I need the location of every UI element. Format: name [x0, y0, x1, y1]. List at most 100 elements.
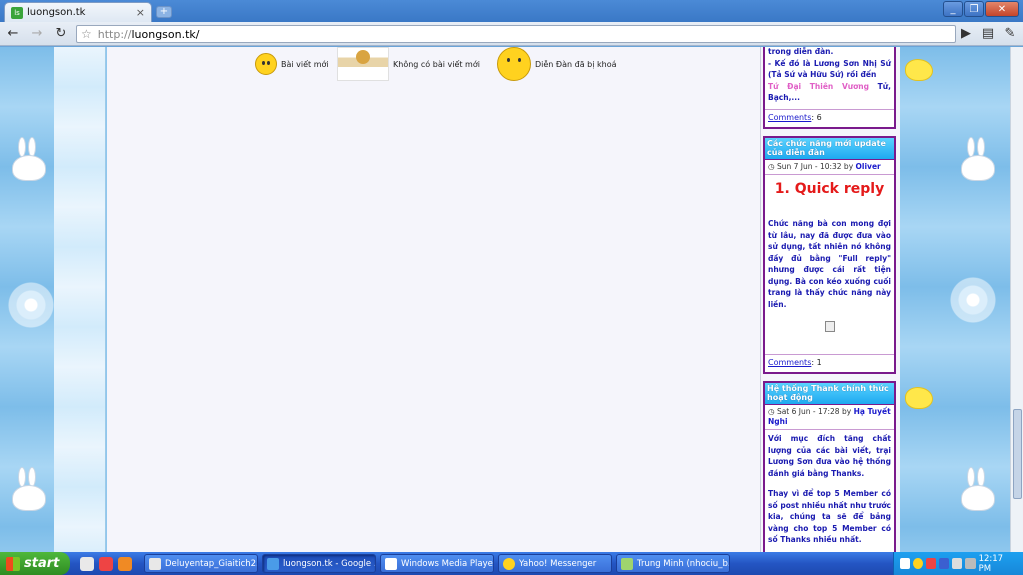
page-menu-icon[interactable]: ▤: [979, 24, 997, 42]
address-bar[interactable]: ☆ http://luongson.tk/: [76, 25, 956, 43]
taskbar-item-label: Yahoo! Messenger: [519, 558, 597, 569]
bunny-decoration: [955, 137, 999, 183]
decorative-left-stripe: [54, 47, 106, 552]
taskbar-item-label: Trung Minh (nhociu_b...: [637, 558, 730, 569]
news-body: Chức năng bà con mong đợi từ lâu, nay đã…: [768, 219, 891, 309]
locked-smiley-icon: [497, 47, 531, 81]
taskbar-item[interactable]: luongson.tk - Google ...: [262, 554, 376, 573]
news-title[interactable]: Các chức năng mới update của diễn đàn: [765, 138, 894, 160]
start-button[interactable]: start: [0, 552, 70, 575]
media-player-icon: [385, 557, 397, 570]
desktop-icon[interactable]: [80, 556, 94, 571]
main-content: Bài viết mới Không có bài viết mới Diễn …: [107, 47, 760, 552]
tray-icon[interactable]: [900, 558, 911, 569]
tray-icon[interactable]: [926, 558, 937, 569]
yahoo-tray-icon[interactable]: [913, 558, 924, 569]
site-favicon-icon: ls: [11, 6, 23, 19]
new-posts-smiley-icon: [255, 53, 277, 75]
chrome-icon[interactable]: [99, 556, 113, 571]
windows-taskbar: start Deluyentap_Giaitich2... luongson.t…: [0, 552, 1023, 575]
bookmark-star-icon[interactable]: ☆: [81, 27, 92, 41]
news-paragraph: Với mục đích tăng chất lượng của các bài…: [768, 434, 891, 478]
news-meta: ◷ Sun 7 Jun - 10:32 by Oliver: [765, 160, 894, 175]
news-date: Sun 7 Jun - 10:32 by: [776, 162, 854, 171]
news-title[interactable]: Hệ thống Thank chính thức hoạt động: [765, 383, 894, 405]
comments-link[interactable]: Comments: [768, 113, 811, 122]
legend-new-posts-label: Bài viết mới: [281, 59, 329, 69]
news-body-highlight: Tứ Đại Thiên Vương: [768, 81, 869, 91]
yahoo-messenger-icon: [503, 557, 515, 570]
clock-icon: ◷: [768, 162, 775, 171]
close-window-icon[interactable]: ✕: [985, 1, 1019, 17]
tab-close-icon[interactable]: ×: [136, 6, 145, 19]
taskbar-item-label: Windows Media Player: [401, 558, 494, 569]
news-paragraph: Thay vì để top 5 Member có số post nhiều…: [768, 489, 891, 544]
document-icon: [149, 557, 161, 570]
news-body: trong diễn đàn. - Kế đó là Lương Sơn Nhị…: [765, 47, 894, 107]
new-tab-button[interactable]: +: [156, 6, 172, 18]
chrome-icon: [267, 557, 279, 570]
reload-button[interactable]: ↻: [52, 25, 70, 43]
taskbar-item[interactable]: Yahoo! Messenger: [498, 554, 612, 573]
window-controls: _ ❐ ✕: [943, 1, 1019, 17]
forward-button[interactable]: →: [28, 25, 46, 43]
news-box: Hệ thống Thank chính thức hoạt động ◷ Sa…: [763, 381, 896, 552]
volume-icon[interactable]: [965, 558, 976, 569]
news-author[interactable]: Oliver: [856, 162, 881, 171]
network-icon[interactable]: [952, 558, 963, 569]
comments-link[interactable]: Comments: [768, 358, 811, 367]
chick-decoration: [905, 59, 933, 81]
wrench-menu-icon[interactable]: ✎: [1001, 24, 1019, 42]
browser-tab[interactable]: ls luongson.tk ×: [4, 2, 152, 22]
no-new-posts-figure-icon: [337, 47, 389, 81]
legend-no-new-posts-label: Không có bài viết mới: [393, 59, 480, 69]
news-date: Sat 6 Jun - 17:28 by: [776, 407, 852, 416]
news-meta: ◷ Sat 6 Jun - 17:28 by Hạ Tuyết Nghi: [765, 405, 894, 430]
go-arrow-icon[interactable]: ▶: [957, 24, 975, 42]
flower-decoration: [8, 282, 54, 328]
bunny-decoration: [955, 467, 999, 513]
taskbar-item[interactable]: Windows Media Player: [380, 554, 494, 573]
bunny-decoration: [6, 467, 50, 513]
flower-decoration: [950, 277, 996, 323]
news-box: Các chức năng mới update của diễn đàn ◷ …: [763, 136, 896, 374]
scrollbar-thumb[interactable]: [1013, 409, 1022, 499]
chat-window-icon: [621, 557, 633, 570]
tab-title: luongson.tk: [27, 7, 86, 18]
back-button[interactable]: ←: [4, 25, 22, 43]
news-body-line: trong diễn đàn.: [768, 47, 834, 56]
news-headline: 1. Quick reply: [774, 181, 885, 197]
quick-launch: [80, 556, 140, 571]
page-scrollbar[interactable]: [1010, 47, 1023, 552]
taskbar-item[interactable]: Deluyentap_Giaitich2...: [144, 554, 258, 573]
restore-icon[interactable]: ❐: [964, 1, 984, 17]
news-sidebar: trong diễn đàn. - Kế đó là Lương Sơn Nhị…: [760, 47, 900, 552]
news-body: Với mục đích tăng chất lượng của các bài…: [765, 430, 894, 549]
news-body-line: - Kế đó là Lương Sơn Nhị Sứ (Tả Sứ và Hữ…: [768, 58, 891, 80]
taskbar-item-label: luongson.tk - Google ...: [283, 558, 376, 569]
clock: 12:17 PM: [978, 553, 1004, 574]
tab-strip: ls luongson.tk × + _ ❐ ✕: [0, 0, 1023, 22]
taskbar-item[interactable]: Trung Minh (nhociu_b...: [616, 554, 730, 573]
url-text: luongson.tk/: [131, 27, 200, 41]
tray-icon[interactable]: [939, 558, 950, 569]
firefox-icon[interactable]: [118, 556, 132, 571]
comments-count: : 6: [811, 113, 822, 122]
browser-right-tools: ▶ ▤ ✎: [957, 24, 1019, 42]
bunny-decoration: [6, 137, 50, 183]
legend-new-posts: Bài viết mới: [255, 47, 329, 81]
system-tray: 12:17 PM: [893, 552, 1023, 575]
taskbar-item-label: Deluyentap_Giaitich2...: [165, 558, 258, 569]
windows-flag-icon: [6, 556, 20, 571]
news-box: trong diễn đàn. - Kế đó là Lương Sơn Nhị…: [763, 47, 896, 129]
news-footer: Comments: 1: [765, 354, 894, 372]
legend-locked: Diễn Đàn đã bị khoá: [497, 47, 617, 81]
broken-image-icon: [824, 321, 835, 332]
chick-decoration: [905, 387, 933, 409]
legend-no-new-posts: Không có bài viết mới: [337, 47, 480, 81]
minimize-icon[interactable]: _: [943, 1, 963, 17]
news-footer: Comments: 6: [765, 109, 894, 127]
legend-locked-label: Diễn Đàn đã bị khoá: [535, 59, 617, 69]
web-page: Bài viết mới Không có bài viết mới Diễn …: [0, 47, 1023, 552]
url-scheme: http://: [97, 27, 132, 41]
